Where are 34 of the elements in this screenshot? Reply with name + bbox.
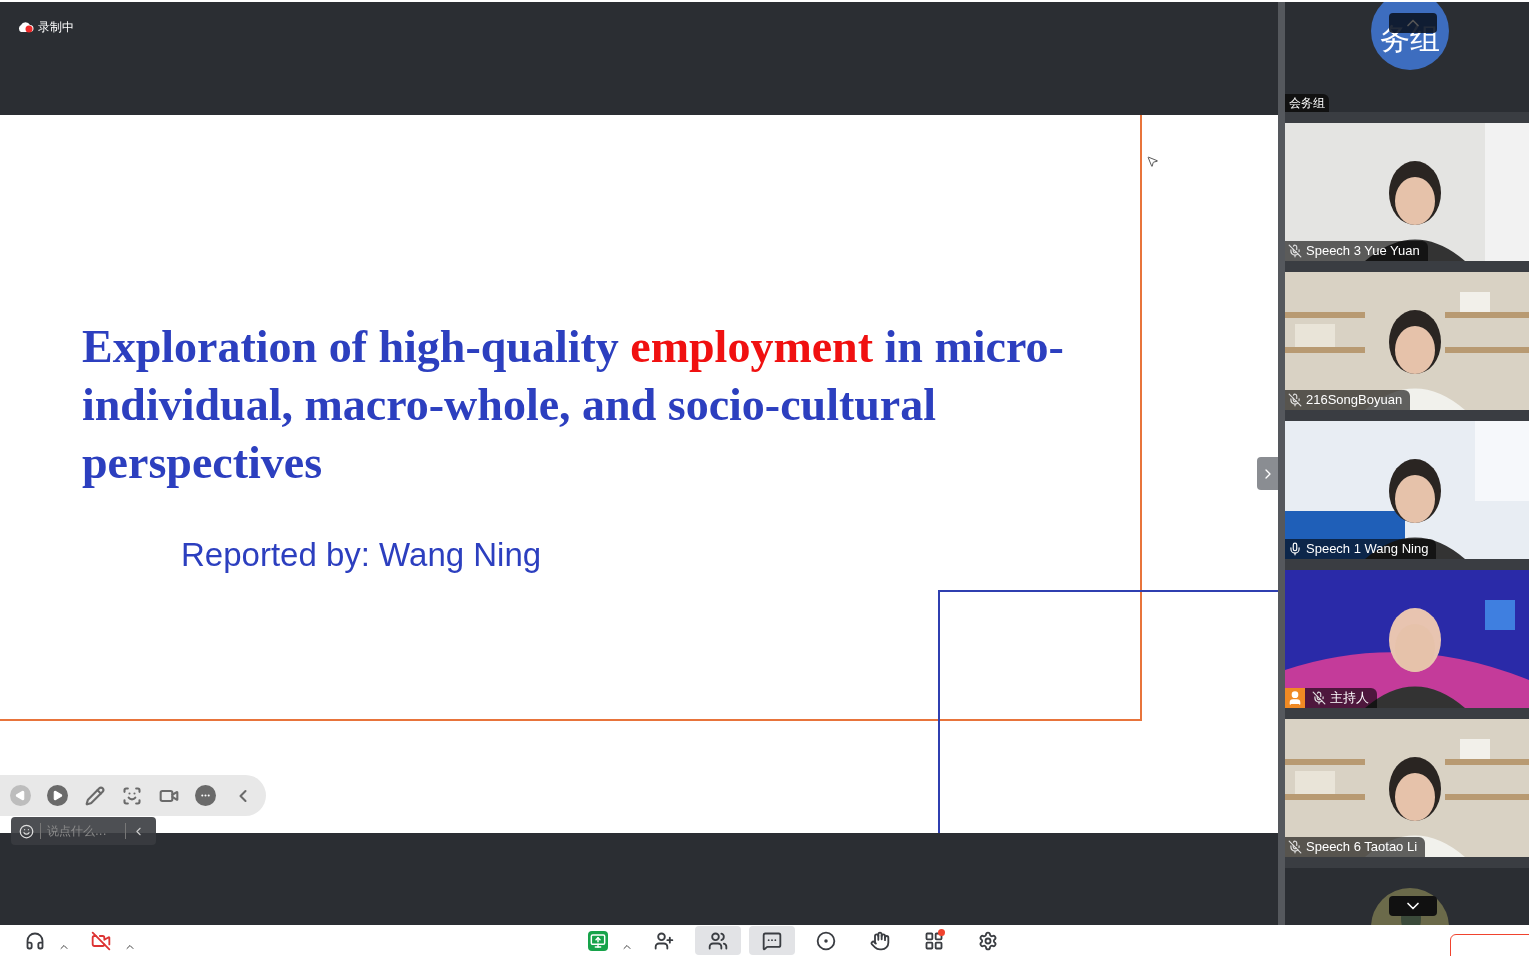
pen-icon <box>84 785 105 806</box>
scroll-down-button[interactable] <box>1389 896 1437 916</box>
chat-button[interactable] <box>749 926 795 955</box>
chat-input[interactable]: 说点什么... <box>11 817 156 845</box>
raised-hand-icon <box>870 930 890 951</box>
focus-button[interactable] <box>121 785 142 806</box>
more-button[interactable] <box>195 785 216 806</box>
headphones-icon <box>25 930 45 951</box>
focus-icon <box>121 785 142 806</box>
participant-name: Speech 3 Yue Yuan <box>1306 242 1420 261</box>
participant-name: 216SongBoyuan <box>1306 391 1403 410</box>
settings-icon <box>978 930 998 951</box>
record-icon <box>816 930 836 951</box>
people-icon <box>708 930 728 951</box>
cloud-recording-icon <box>17 20 34 33</box>
share-screen-icon <box>588 930 608 951</box>
slide-title: Exploration of high-quality employment in micro-individual, macro-whole, and socio-cultural perspectives <box>82 320 1065 490</box>
add-person-icon <box>654 930 674 951</box>
emoji-icon <box>19 823 34 839</box>
pen-button[interactable] <box>84 785 105 806</box>
participant-name: Speech 6 Taotao Li <box>1306 838 1418 857</box>
participant-name: 主持人 <box>1330 689 1369 708</box>
participants-button[interactable] <box>695 926 741 955</box>
chat-field[interactable]: 说点什么... <box>47 822 119 840</box>
chat-icon <box>762 930 782 951</box>
play-button[interactable] <box>47 785 68 806</box>
participant-name: Speech 1 Wang Ning <box>1306 540 1429 559</box>
slide-subtitle: Reported by: Wang Ning <box>181 535 543 575</box>
previous-icon <box>15 790 26 801</box>
camera-off-icon <box>91 930 111 951</box>
recording-status: 录制中 <box>38 19 74 36</box>
apps-icon <box>924 930 944 951</box>
participant-name: 会务组 <box>1285 94 1329 112</box>
play-icon <box>52 790 63 801</box>
